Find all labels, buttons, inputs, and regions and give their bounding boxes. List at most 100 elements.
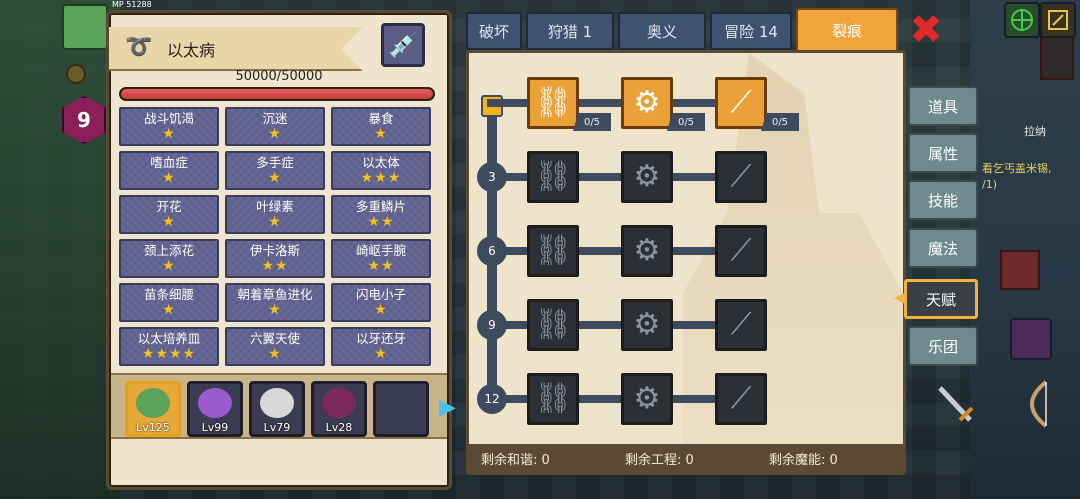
- skill-slash-icon[interactable]: [1010, 318, 1052, 360]
- trait-name: 多手症: [256, 155, 294, 170]
- exit-icon[interactable]: [1040, 2, 1076, 38]
- side-menu-item[interactable]: 天赋: [904, 279, 978, 319]
- talent-claw-slot[interactable]: ⟋: [715, 373, 767, 425]
- trait-card[interactable]: 以太培养皿 ★★★★: [119, 327, 219, 366]
- trait-name: 以太培养皿: [137, 331, 201, 346]
- talent-branch-line: [487, 321, 747, 329]
- talent-level-node: 9: [477, 310, 507, 340]
- side-menu-item[interactable]: 乐团: [908, 326, 978, 366]
- trait-card[interactable]: 以太体 ★★★: [331, 151, 431, 190]
- trait-name: 暴食: [368, 111, 394, 126]
- trait-stars: ★: [268, 126, 282, 142]
- talent-claw-slot[interactable]: ⟋: [715, 299, 767, 351]
- close-button[interactable]: ✖: [908, 10, 944, 50]
- gear-icon: ⚙: [633, 307, 661, 342]
- syringe-icon: 💉: [388, 31, 418, 59]
- hero-slot[interactable]: Lv79: [249, 381, 305, 437]
- talent-gear-slot[interactable]: ⚙: [621, 373, 673, 425]
- trait-grid: 战斗饥渴 ★ 沉迷 ★ 暴食 ★ 嗜血症 ★ 多手症 ★ 以太体 ★★★ 开花 ★ 叶绿素 ★ 多重鳞片 ★★ 颈上…: [119, 107, 437, 366]
- claw-icon: ⟋: [730, 233, 752, 268]
- tab-4[interactable]: 裂痕: [796, 8, 898, 52]
- mutation-panel: ➰ 以太病 💉 50000/50000 战斗饥渴 ★ 沉迷 ★ 暴食 ★ 嗜血症 ★ 多手症 ★ 以…: [106, 10, 456, 490]
- talent-gear-slot[interactable]: ⚙: [621, 225, 673, 277]
- globe-icon[interactable]: [1004, 2, 1040, 38]
- trait-stars: ★: [162, 170, 176, 186]
- talent-branch-line: [487, 247, 747, 255]
- hero-portrait: [136, 388, 170, 418]
- trait-card[interactable]: 暴食 ★: [331, 107, 431, 146]
- panel-hp-bar: [119, 87, 435, 101]
- syringe-button[interactable]: 💉: [381, 23, 425, 67]
- trait-stars: ★: [374, 346, 388, 362]
- trait-card[interactable]: 六翼天使 ★: [225, 327, 325, 366]
- trait-card[interactable]: 以牙还牙 ★: [331, 327, 431, 366]
- trait-card[interactable]: 朝着章鱼进化 ★: [225, 283, 325, 322]
- talent-count-tag: 0/5: [667, 113, 705, 131]
- trait-card[interactable]: 战斗饥渴 ★: [119, 107, 219, 146]
- trait-name: 闪电小子: [355, 287, 406, 302]
- talent-claw-slot[interactable]: ⟋: [715, 77, 767, 129]
- talent-link-slot[interactable]: ⛓: [527, 373, 579, 425]
- talent-link-slot[interactable]: ⛓: [527, 151, 579, 203]
- hero-slot[interactable]: Lv99: [187, 381, 243, 437]
- side-menu-item[interactable]: 技能: [908, 180, 978, 220]
- trait-card[interactable]: 伊卡洛斯 ★★: [225, 239, 325, 278]
- trait-card[interactable]: 颈上添花 ★: [119, 239, 219, 278]
- hero-slot[interactable]: [373, 381, 429, 437]
- tab-2[interactable]: 奥义: [618, 12, 706, 50]
- claw-icon: ⟋: [730, 381, 752, 416]
- trait-stars: ★: [268, 346, 282, 362]
- talent-gear-slot[interactable]: ⚙: [621, 151, 673, 203]
- side-menu-item[interactable]: 属性: [908, 133, 978, 173]
- talent-link-slot[interactable]: ⛓: [527, 225, 579, 277]
- hero-slot[interactable]: Lv125: [125, 381, 181, 437]
- talent-link-slot[interactable]: ⛓: [527, 77, 579, 129]
- talent-branch-line: [487, 173, 747, 181]
- side-menu-item[interactable]: 道具: [908, 86, 978, 126]
- hero-slot[interactable]: Lv28: [311, 381, 367, 437]
- close-icon: ✖: [909, 7, 943, 53]
- trait-card[interactable]: 沉迷 ★: [225, 107, 325, 146]
- tab-1[interactable]: 狩猎 1: [526, 12, 614, 50]
- tab-3[interactable]: 冒险 14: [710, 12, 792, 50]
- trait-stars: ★: [268, 302, 282, 318]
- tab-0[interactable]: 破坏: [466, 12, 522, 50]
- remaining-harmony: 剩余和谐: 0: [481, 452, 550, 468]
- talent-gear-slot[interactable]: ⚙: [621, 77, 673, 129]
- trait-name: 以太体: [362, 155, 400, 170]
- trait-name: 以牙还牙: [355, 331, 406, 346]
- trait-card[interactable]: 多重鳞片 ★★: [331, 195, 431, 234]
- link-icon: ⛓: [533, 233, 573, 268]
- trait-card[interactable]: 苗条细腰 ★: [119, 283, 219, 322]
- claw-icon: ⟋: [730, 159, 752, 194]
- trait-card[interactable]: 多手症 ★: [225, 151, 325, 190]
- category-tabs: 破坏 狩猎 1 奥义 冒险 14 裂痕: [466, 8, 906, 52]
- trait-name: 叶绿素: [256, 199, 294, 214]
- gear-icon: ⚙: [633, 85, 661, 120]
- talent-gear-slot[interactable]: ⚙: [621, 299, 673, 351]
- link-icon: ⛓: [533, 85, 573, 120]
- sword-icon[interactable]: [930, 380, 980, 430]
- trait-card[interactable]: 开花 ★: [119, 195, 219, 234]
- trait-name: 开花: [156, 199, 182, 214]
- side-menu-item[interactable]: 魔法: [908, 228, 978, 268]
- talent-claw-slot[interactable]: ⟋: [715, 225, 767, 277]
- trait-card[interactable]: 叶绿素 ★: [225, 195, 325, 234]
- talent-claw-slot[interactable]: ⟋: [715, 151, 767, 203]
- hero-portrait: [198, 388, 232, 418]
- hero-next-arrow[interactable]: ▶: [439, 395, 456, 423]
- trait-card[interactable]: 嗜血症 ★: [119, 151, 219, 190]
- trait-name: 朝着章鱼进化: [237, 287, 313, 302]
- gear-icon: ⚙: [633, 381, 661, 416]
- gear-icon: ⚙: [633, 233, 661, 268]
- player-avatar[interactable]: [62, 4, 108, 50]
- trait-card[interactable]: 崎岖手腕 ★★: [331, 239, 431, 278]
- talent-link-slot[interactable]: ⛓: [527, 299, 579, 351]
- trait-stars: ★★: [367, 214, 395, 230]
- trait-card[interactable]: 闪电小子 ★: [331, 283, 431, 322]
- trait-stars: ★: [162, 214, 176, 230]
- bow-icon[interactable]: [1010, 376, 1060, 432]
- trait-stars: ★★: [367, 258, 395, 274]
- hero-level: Lv79: [263, 421, 291, 434]
- remaining-points-bar: 剩余和谐: 0 剩余工程: 0 剩余魔能: 0: [469, 444, 903, 472]
